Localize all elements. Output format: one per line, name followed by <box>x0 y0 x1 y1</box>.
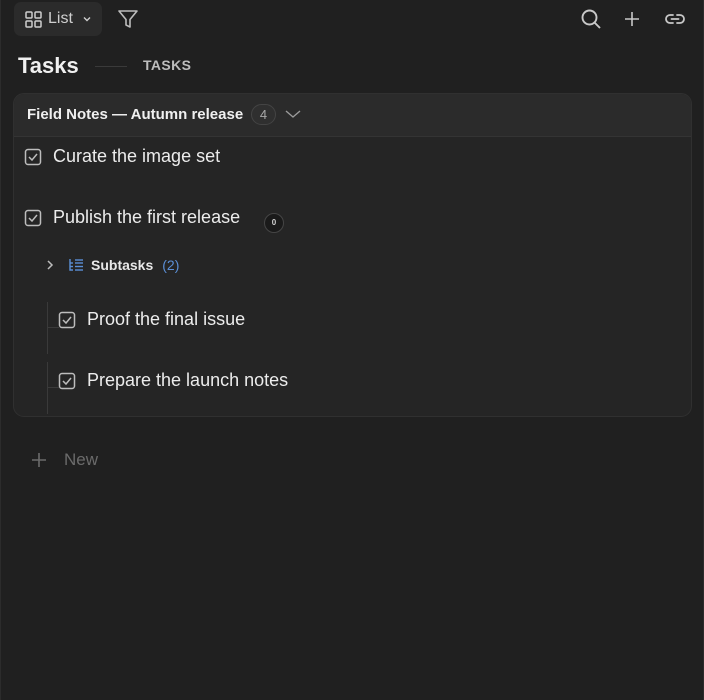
checkbox-icon[interactable] <box>58 311 76 329</box>
subtasks-toggle[interactable]: Subtasks (2) <box>45 255 179 275</box>
task-group: Field Notes — Autumn release 4 Curate th… <box>13 93 692 417</box>
subtasks-count: (2) <box>162 257 180 273</box>
subtask-tree-icon <box>68 258 84 272</box>
search-icon[interactable] <box>579 7 603 31</box>
filter-icon[interactable] <box>116 7 140 31</box>
subtasks-label: Subtasks <box>91 257 154 273</box>
grid-icon <box>25 10 42 28</box>
new-task-button[interactable]: New <box>30 450 98 470</box>
link-icon[interactable] <box>663 7 687 31</box>
group-count-badge: 4 <box>251 104 276 125</box>
task-row[interactable]: Curate the image set <box>24 146 220 167</box>
subtask-row[interactable]: Proof the final issue <box>58 309 245 330</box>
group-title: Field Notes — Autumn release <box>27 106 244 123</box>
subtask-label: Prepare the launch notes <box>87 370 289 390</box>
chevron-right-icon[interactable] <box>45 259 55 271</box>
toolbar: List <box>0 0 704 38</box>
task-label: Curate the image set <box>53 146 221 166</box>
plus-icon <box>30 451 48 469</box>
plus-icon[interactable] <box>620 7 644 31</box>
tree-connector <box>47 302 48 354</box>
view-switcher-button[interactable]: List <box>14 2 102 36</box>
checkbox-icon[interactable] <box>58 372 76 390</box>
checkbox-icon[interactable] <box>24 209 42 227</box>
chevron-down-icon <box>82 14 92 24</box>
subtask-count-badge: 0 <box>264 213 284 233</box>
checkbox-icon[interactable] <box>24 148 42 166</box>
view-switcher-label: List <box>48 10 73 27</box>
group-header[interactable]: Field Notes — Autumn release 4 <box>14 94 691 137</box>
task-label: Publish the first release <box>53 207 241 227</box>
new-task-label: New <box>64 450 99 469</box>
subtask-label: Proof the final issue <box>87 309 246 329</box>
tree-connector <box>47 362 48 414</box>
chevron-down-icon[interactable] <box>285 109 301 119</box>
subtask-row[interactable]: Prepare the launch notes <box>58 370 288 391</box>
task-row[interactable]: Publish the first release <box>24 207 240 228</box>
page-title: Tasks <box>18 53 79 78</box>
tab-tasks[interactable]: TASKS <box>143 57 191 73</box>
title-divider <box>95 66 127 67</box>
